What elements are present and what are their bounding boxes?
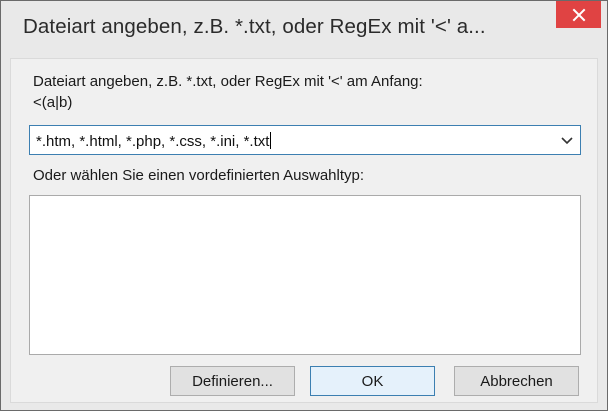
predefined-type-label: Oder wählen Sie einen vordefinierten Aus… <box>33 167 365 184</box>
prompt-label: Dateiart angeben, z.B. *.txt, oder RegEx… <box>33 73 423 90</box>
ok-button[interactable]: OK <box>310 366 435 396</box>
filetype-input-value: *.htm, *.html, *.php, *.css, *.ini, *.tx… <box>36 133 270 150</box>
prompt-regex-example: <(a|b) <box>33 94 73 111</box>
cancel-button[interactable]: Abbrechen <box>454 366 579 396</box>
dialog-window: Dateiart angeben, z.B. *.txt, oder RegEx… <box>0 0 608 411</box>
dialog-content: Dateiart angeben, z.B. *.txt, oder RegEx… <box>10 58 598 403</box>
chevron-down-icon[interactable] <box>560 135 574 147</box>
predefined-type-list[interactable] <box>29 195 581 355</box>
define-button[interactable]: Definieren... <box>170 366 295 396</box>
text-caret <box>270 132 272 149</box>
close-button[interactable] <box>556 1 601 28</box>
title-bar[interactable]: Dateiart angeben, z.B. *.txt, oder RegEx… <box>1 1 607 58</box>
close-icon <box>572 8 585 21</box>
filetype-combobox[interactable]: *.htm, *.html, *.php, *.css, *.ini, *.tx… <box>29 125 581 155</box>
filetype-input[interactable]: *.htm, *.html, *.php, *.css, *.ini, *.tx… <box>36 132 272 150</box>
window-title: Dateiart angeben, z.B. *.txt, oder RegEx… <box>23 15 486 38</box>
